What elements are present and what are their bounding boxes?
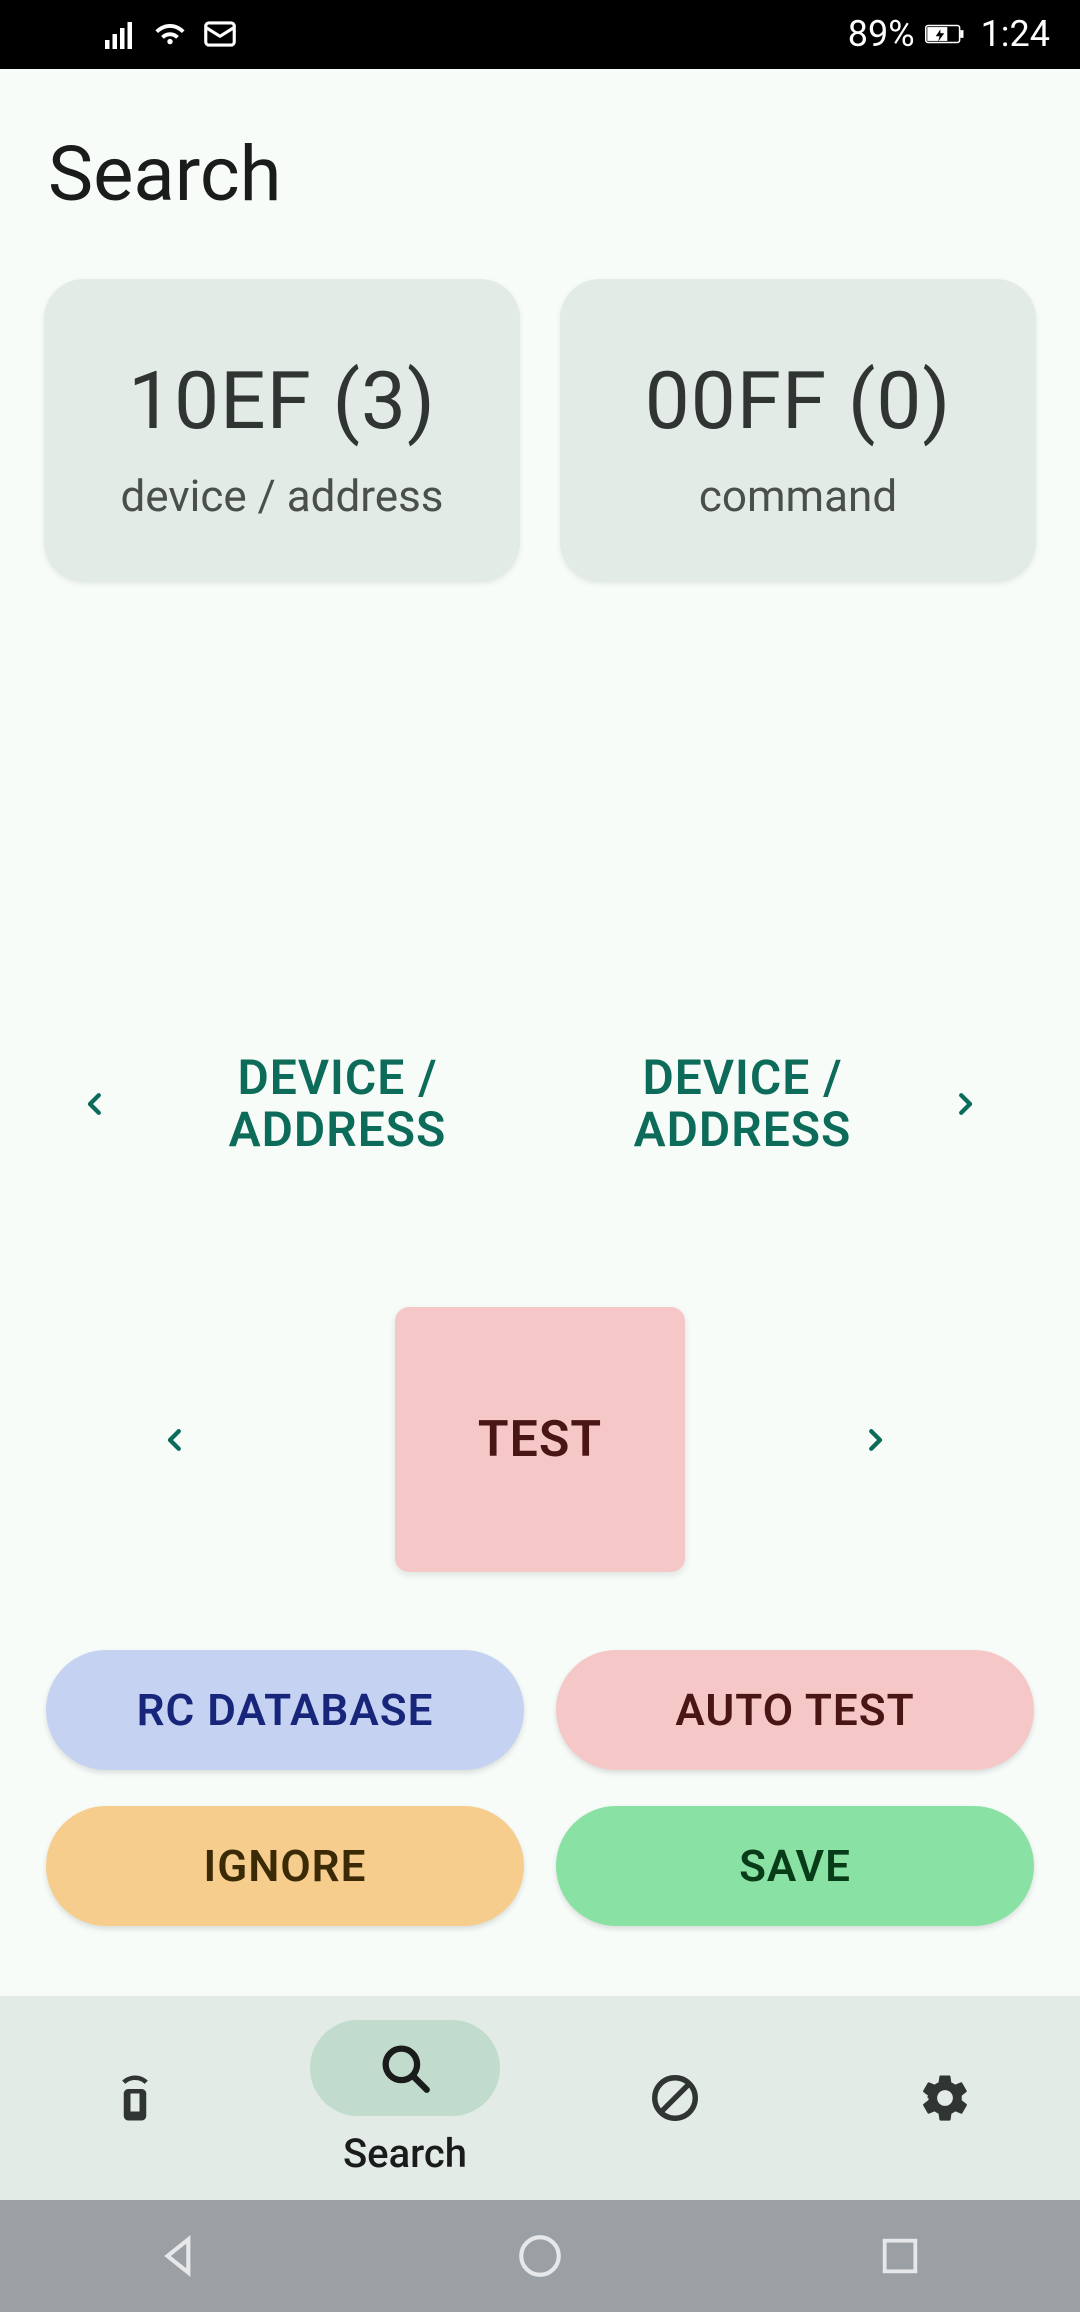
page-title: Search: [48, 129, 1032, 219]
nav-settings[interactable]: [810, 2050, 1080, 2146]
clock-text: 1:24: [981, 13, 1050, 55]
save-label: SAVE: [739, 1840, 851, 1892]
search-icon: [376, 2039, 434, 2097]
rc-database-button[interactable]: RC DATABASE: [46, 1650, 524, 1770]
save-button[interactable]: SAVE: [556, 1806, 1034, 1926]
remote-icon: [108, 2071, 162, 2125]
command-card-sub: command: [580, 470, 1016, 522]
action-buttons: RC DATABASE AUTO TEST IGNORE SAVE: [0, 1572, 1080, 1996]
test-prev-button[interactable]: [160, 1418, 220, 1462]
ignore-label: IGNORE: [204, 1840, 367, 1892]
block-icon: [648, 2071, 702, 2125]
page-header: Search: [0, 69, 1080, 259]
square-recent-icon: [877, 2233, 923, 2279]
android-recent-button[interactable]: [865, 2221, 935, 2291]
device-stepper-label-right[interactable]: DEVICE / ADDRESS: [545, 1052, 940, 1158]
bottom-nav: Search: [0, 1996, 1080, 2200]
android-back-button[interactable]: [145, 2221, 215, 2291]
device-card-sub: device / address: [64, 470, 500, 522]
chevron-right-icon: [950, 1082, 1000, 1126]
battery-icon: [925, 14, 965, 54]
nav-remote[interactable]: [0, 2050, 270, 2146]
device-card-value: 10EF (3): [64, 354, 500, 448]
battery-percent: 89%: [848, 13, 915, 55]
ignore-button[interactable]: IGNORE: [46, 1806, 524, 1926]
mail-icon: [200, 14, 240, 54]
auto-test-label: AUTO TEST: [675, 1684, 914, 1736]
device-stepper-label-left[interactable]: DEVICE / ADDRESS: [140, 1052, 535, 1158]
command-card-value: 00FF (0): [580, 354, 1016, 448]
chevron-left-icon: [80, 1082, 130, 1126]
gear-icon: [918, 2071, 972, 2125]
circle-home-icon: [515, 2231, 565, 2281]
status-bar: 89% 1:24: [0, 0, 1080, 69]
nav-search-label: Search: [343, 2130, 467, 2177]
command-card[interactable]: 00FF (0) command: [560, 279, 1036, 582]
status-bar-left: [100, 14, 240, 54]
device-stepper-row: DEVICE / ADDRESS DEVICE / ADDRESS: [0, 1052, 1080, 1158]
auto-test-button[interactable]: AUTO TEST: [556, 1650, 1034, 1770]
signal-icon: [100, 14, 140, 54]
chevron-left-icon: [160, 1418, 220, 1462]
device-prev-button[interactable]: [80, 1082, 130, 1126]
status-bar-right: 89% 1:24: [848, 13, 1050, 55]
android-home-button[interactable]: [505, 2221, 575, 2291]
rc-database-label: RC DATABASE: [137, 1684, 434, 1736]
android-nav-bar: [0, 2200, 1080, 2312]
test-button[interactable]: TEST: [395, 1307, 685, 1572]
test-row: TEST: [0, 1307, 1080, 1572]
test-next-button[interactable]: [860, 1418, 920, 1462]
nav-block[interactable]: [540, 2050, 810, 2146]
triangle-back-icon: [155, 2231, 205, 2281]
device-card[interactable]: 10EF (3) device / address: [44, 279, 520, 582]
wifi-icon: [150, 14, 190, 54]
test-button-label: TEST: [478, 1411, 602, 1469]
nav-search[interactable]: Search: [270, 2020, 540, 2177]
cards-row: 10EF (3) device / address 00FF (0) comma…: [0, 259, 1080, 582]
chevron-right-icon: [860, 1418, 920, 1462]
device-next-button[interactable]: [950, 1082, 1000, 1126]
